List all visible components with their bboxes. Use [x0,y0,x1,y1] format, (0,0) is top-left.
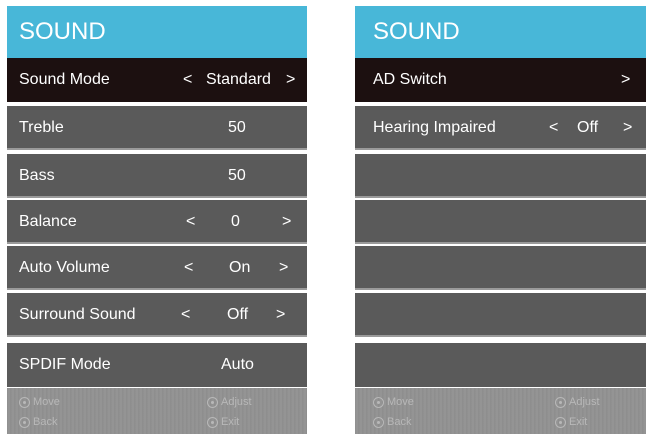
menu-item-label: Surround Sound [19,306,136,323]
hint-adjust: Adjust [207,396,252,408]
menu-item-hearing-impaired[interactable]: Hearing Impaired < Off > [355,106,646,150]
arrow-right-icon[interactable]: > [279,246,288,290]
hint-back: Back [373,416,411,428]
empty-row [355,246,646,290]
exit-button-icon [207,416,218,428]
menu-item-value: Off [577,119,599,136]
menu-item-treble[interactable]: Treble 50 [7,106,307,150]
key-hint-footer: Move Adjust Back Exit [7,388,307,434]
arrow-left-icon[interactable]: < [183,58,192,102]
hint-label: Move [387,396,414,408]
hint-label: Back [387,416,412,428]
menu-item-label: Treble [19,119,64,136]
menu-title: SOUND [355,6,646,58]
empty-row [355,293,646,337]
hint-label: Adjust [569,396,600,408]
menu-item-balance[interactable]: Balance < 0 > [7,200,307,244]
dpad-icon [555,396,566,408]
menu-item-value: Auto [221,356,254,373]
empty-row [355,200,646,244]
menu-item-spdif-mode[interactable]: SPDIF Mode Auto [7,343,307,387]
menu-item-value: Off [227,306,249,323]
hint-back: Back [19,416,57,428]
hint-label: Adjust [221,396,252,408]
dpad-icon [207,396,218,408]
menu-item-label: Sound Mode [19,71,110,88]
menu-item-label: Auto Volume [19,259,110,276]
arrow-left-icon[interactable]: < [184,246,193,290]
empty-row [355,154,646,198]
dpad-icon [19,396,30,408]
key-hint-footer: Move Adjust Back Exit [355,388,646,434]
arrow-left-icon[interactable]: < [186,200,195,244]
hint-exit: Exit [207,416,239,428]
menu-title: SOUND [7,6,307,58]
hint-label: Exit [569,416,588,428]
hint-label: Back [33,416,58,428]
arrow-right-icon[interactable]: > [282,200,291,244]
menu-item-label: SPDIF Mode [19,356,111,373]
menu-item-surround-sound[interactable]: Surround Sound < Off > [7,293,307,337]
hint-label: Move [33,396,60,408]
menu-item-value: 0 [231,213,240,230]
menu-item-label: Hearing Impaired [373,119,496,136]
dpad-icon [373,396,384,408]
menu-item-value: 50 [228,167,246,184]
hint-adjust: Adjust [555,396,600,408]
empty-row [355,343,646,387]
hint-exit: Exit [555,416,587,428]
arrow-right-icon[interactable]: > [276,293,285,337]
menu-item-value: 50 [228,119,246,136]
arrow-right-icon[interactable]: > [286,58,295,102]
hint-move: Move [373,396,414,408]
back-button-icon [19,416,30,428]
menu-item-value: On [229,259,251,276]
menu-item-value: Standard [206,71,271,88]
sound-menu-right: SOUND AD Switch > Hearing Impaired < Off… [355,6,646,434]
arrow-right-icon[interactable]: > [621,58,630,102]
arrow-left-icon[interactable]: < [549,106,558,150]
hint-move: Move [19,396,60,408]
menu-item-bass[interactable]: Bass 50 [7,154,307,198]
menu-item-sound-mode[interactable]: Sound Mode < Standard > [7,58,307,102]
menu-item-label: AD Switch [373,71,447,88]
arrow-right-icon[interactable]: > [623,106,632,150]
menu-item-label: Bass [19,167,55,184]
hint-label: Exit [221,416,240,428]
menu-item-ad-switch[interactable]: AD Switch > [355,58,646,102]
arrow-left-icon[interactable]: < [181,293,190,337]
menu-item-label: Balance [19,213,77,230]
exit-button-icon [555,416,566,428]
menu-item-auto-volume[interactable]: Auto Volume < On > [7,246,307,290]
sound-menu-left: SOUND Sound Mode < Standard > Treble 50 … [7,6,307,434]
back-button-icon [373,416,384,428]
